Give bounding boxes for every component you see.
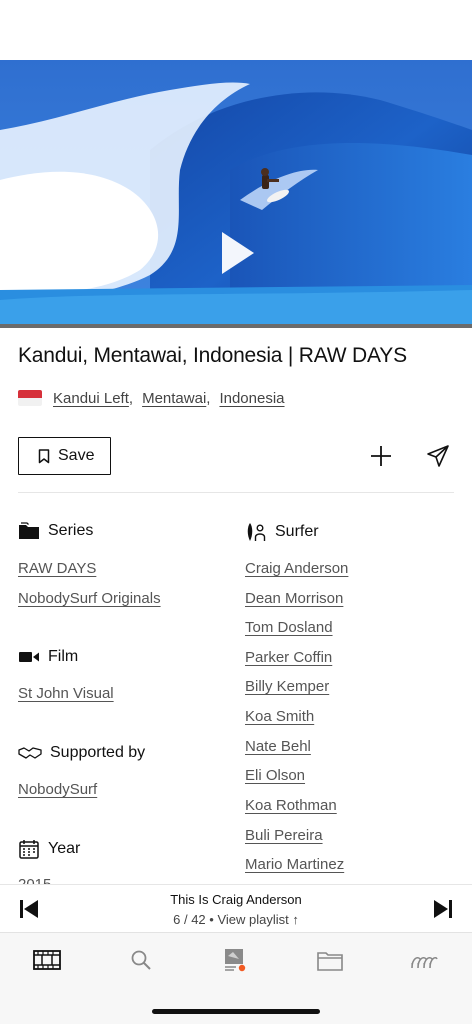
divider [18, 492, 454, 493]
video-progress-bar[interactable] [0, 324, 472, 328]
supporter-link[interactable]: NobodySurf [18, 781, 97, 798]
location-link-country[interactable]: Indonesia [219, 390, 284, 407]
add-to-playlist-button[interactable] [369, 444, 393, 468]
surfer-link[interactable]: Nate Behl [245, 738, 311, 755]
surfer-icon [247, 523, 266, 541]
surfer-link[interactable]: Mario Martinez [245, 856, 344, 873]
video-camera-icon [19, 652, 39, 662]
tab-library[interactable] [314, 947, 346, 973]
series-heading-label: Series [48, 522, 94, 539]
series-heading: Series [18, 522, 93, 540]
bullet-separator: • [209, 912, 214, 927]
surfer-link[interactable]: Dean Morrison [245, 590, 343, 607]
location-separator: , [128, 389, 134, 407]
playlist-icon [225, 949, 246, 972]
playlist-info: 6 / 42 • View playlist ↑ [0, 912, 472, 927]
video-player[interactable] [0, 60, 472, 328]
video-thumbnail [0, 60, 472, 328]
location-separator: , [206, 389, 211, 407]
surfer-link[interactable]: Eli Olson [245, 767, 305, 784]
share-button[interactable] [426, 444, 450, 468]
surfer-link[interactable]: Billy Kemper [245, 678, 329, 695]
handshake-icon [18, 747, 42, 759]
next-button[interactable] [433, 899, 453, 919]
surfer-link[interactable]: Koa Rothman [245, 797, 337, 814]
year-heading-label: Year [48, 840, 81, 857]
play-button[interactable] [218, 230, 258, 276]
skip-next-icon [434, 900, 452, 918]
now-playing-title: This Is Craig Anderson [170, 892, 302, 907]
film-heading: Film [18, 648, 78, 666]
status-bar [0, 0, 472, 60]
year-heading: Year [18, 839, 80, 859]
tab-community[interactable] [408, 947, 440, 973]
bookmark-icon [38, 448, 50, 463]
location-link-region[interactable]: Mentawai [142, 390, 206, 407]
indonesia-flag-icon [18, 390, 42, 406]
folder-icon [19, 522, 39, 539]
tab-playlist[interactable] [219, 947, 251, 973]
folder-icon [317, 952, 343, 971]
film-link[interactable]: St John Visual [18, 685, 114, 702]
surfer-link[interactable]: Parker Coffin [245, 649, 332, 666]
surfer-link[interactable]: Koa Smith [245, 708, 314, 725]
playlist-position: 6 / 42 [173, 912, 206, 927]
save-label: Save [58, 447, 95, 464]
mini-player-bar[interactable]: This Is Craig Anderson 6 / 42 • View pla… [0, 884, 472, 932]
tab-videos[interactable] [31, 947, 63, 973]
home-indicator [152, 1009, 320, 1014]
film-strip-icon [33, 950, 61, 970]
supported-by-heading-label: Supported by [50, 744, 146, 761]
location-row: Kandui Left, Mentawai, Indonesia [18, 388, 285, 408]
surfer-link[interactable]: Craig Anderson [245, 560, 348, 577]
search-icon [131, 950, 151, 970]
plus-icon [371, 446, 391, 466]
video-title: Kandui, Mentawai, Indonesia | RAW DAYS [18, 344, 407, 367]
play-icon [222, 232, 254, 274]
surfer-heading-label: Surfer [275, 523, 319, 540]
series-link[interactable]: NobodySurf Originals [18, 590, 161, 607]
surfer-link[interactable]: Tom Dosland [245, 619, 333, 636]
series-link[interactable]: RAW DAYS [18, 560, 96, 577]
view-playlist-link[interactable]: View playlist ↑ [217, 912, 298, 927]
surfer-link[interactable]: Buli Pereira [245, 827, 323, 844]
tab-search[interactable] [125, 947, 157, 973]
supported-by-heading: Supported by [18, 744, 145, 762]
send-icon [427, 445, 449, 467]
location-link-spot[interactable]: Kandui Left [53, 390, 129, 407]
film-heading-label: Film [48, 648, 79, 665]
save-button[interactable]: Save [18, 437, 111, 475]
calendar-icon [19, 840, 39, 859]
waves-icon [411, 956, 438, 969]
surfer-heading: Surfer [245, 522, 319, 542]
